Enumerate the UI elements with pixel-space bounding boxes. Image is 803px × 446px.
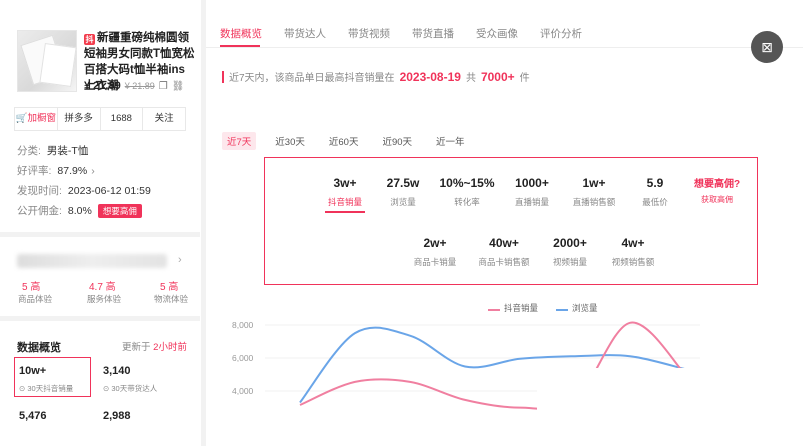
line-chart <box>265 321 803 446</box>
overlay-blank <box>537 368 803 446</box>
